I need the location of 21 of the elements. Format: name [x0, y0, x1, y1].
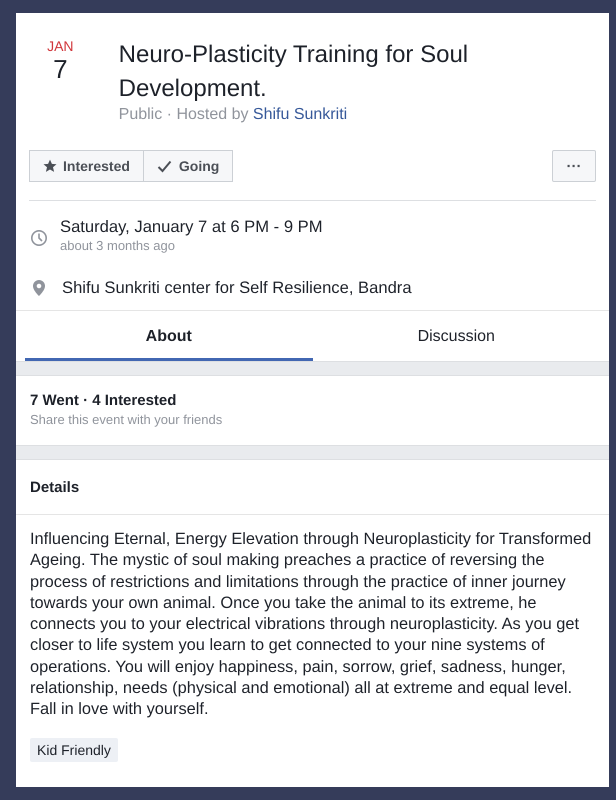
host-link[interactable]: Shifu Sunkriti [252, 104, 348, 126]
star-icon [43, 159, 57, 173]
event-month: JAN [47, 38, 75, 54]
more-button[interactable]: ··· [552, 150, 596, 182]
event-day: 7 [53, 54, 96, 84]
clock-icon [30, 228, 48, 246]
share-hint: Share this event with your friends [30, 411, 224, 429]
event-subtitle: Public · Hosted by [118, 105, 250, 125]
check-icon [156, 160, 172, 172]
rsvp-button[interactable]: Interested [29, 150, 144, 182]
event-location: Shifu Sunkriti center for Self Resilience, Bandra [62, 278, 412, 298]
attendance-summary: 7 Went · 4 Interested [30, 391, 178, 411]
tag[interactable]: Kid Friendly [30, 738, 118, 762]
event-time: Saturday, January 7 at 6 PM - 9 PM [60, 217, 323, 237]
location-pin-icon [32, 279, 46, 297]
tab[interactable]: Discussion [312, 311, 600, 361]
relative-time: about 3 months ago [60, 237, 176, 254]
event-title: Neuro-Plasticity Training for Soul Development. [118, 40, 470, 104]
details-heading: Details [30, 479, 80, 496]
details-description: Influencing Eternal, Energy Elevation through Neuroplasticity for Transformed Ageing. The mystic of soul making preaches a practice of reversing the process of restrictions and limitations through the practice of inner journey towards your own animal. Once you take the animal to its extreme, he connects you to your electrical vibrations through neuroplasticity. As you get closer to life system you learn to get connected to your nine systems of operations. You will enjoy happiness, pain, sorrow, grief, sadness, hunger, relationship, needs (physical and emotional) all at extreme and equal level. Fall in love with yourself. [30, 529, 592, 720]
rsvp-button[interactable]: Going [144, 150, 234, 182]
